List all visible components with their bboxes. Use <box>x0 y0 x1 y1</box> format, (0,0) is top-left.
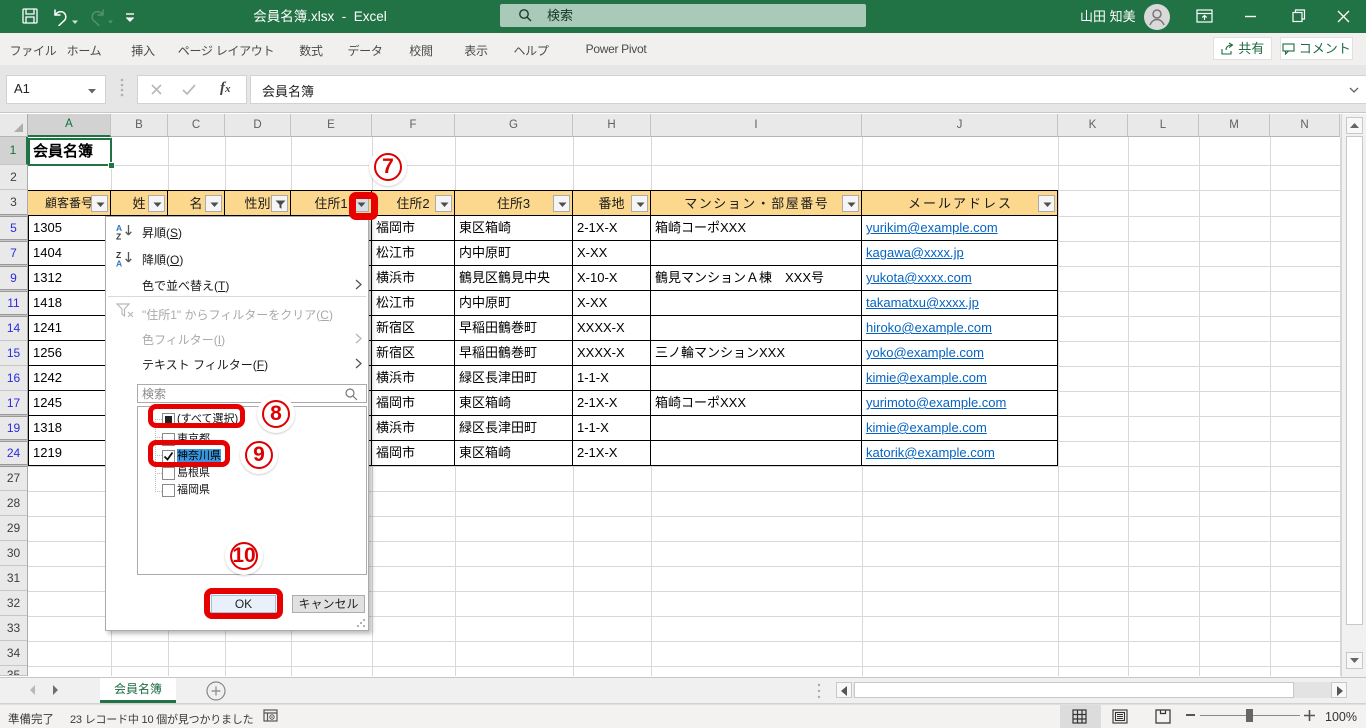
svg-text:A: A <box>116 259 122 268</box>
svg-text:Z: Z <box>116 232 121 241</box>
